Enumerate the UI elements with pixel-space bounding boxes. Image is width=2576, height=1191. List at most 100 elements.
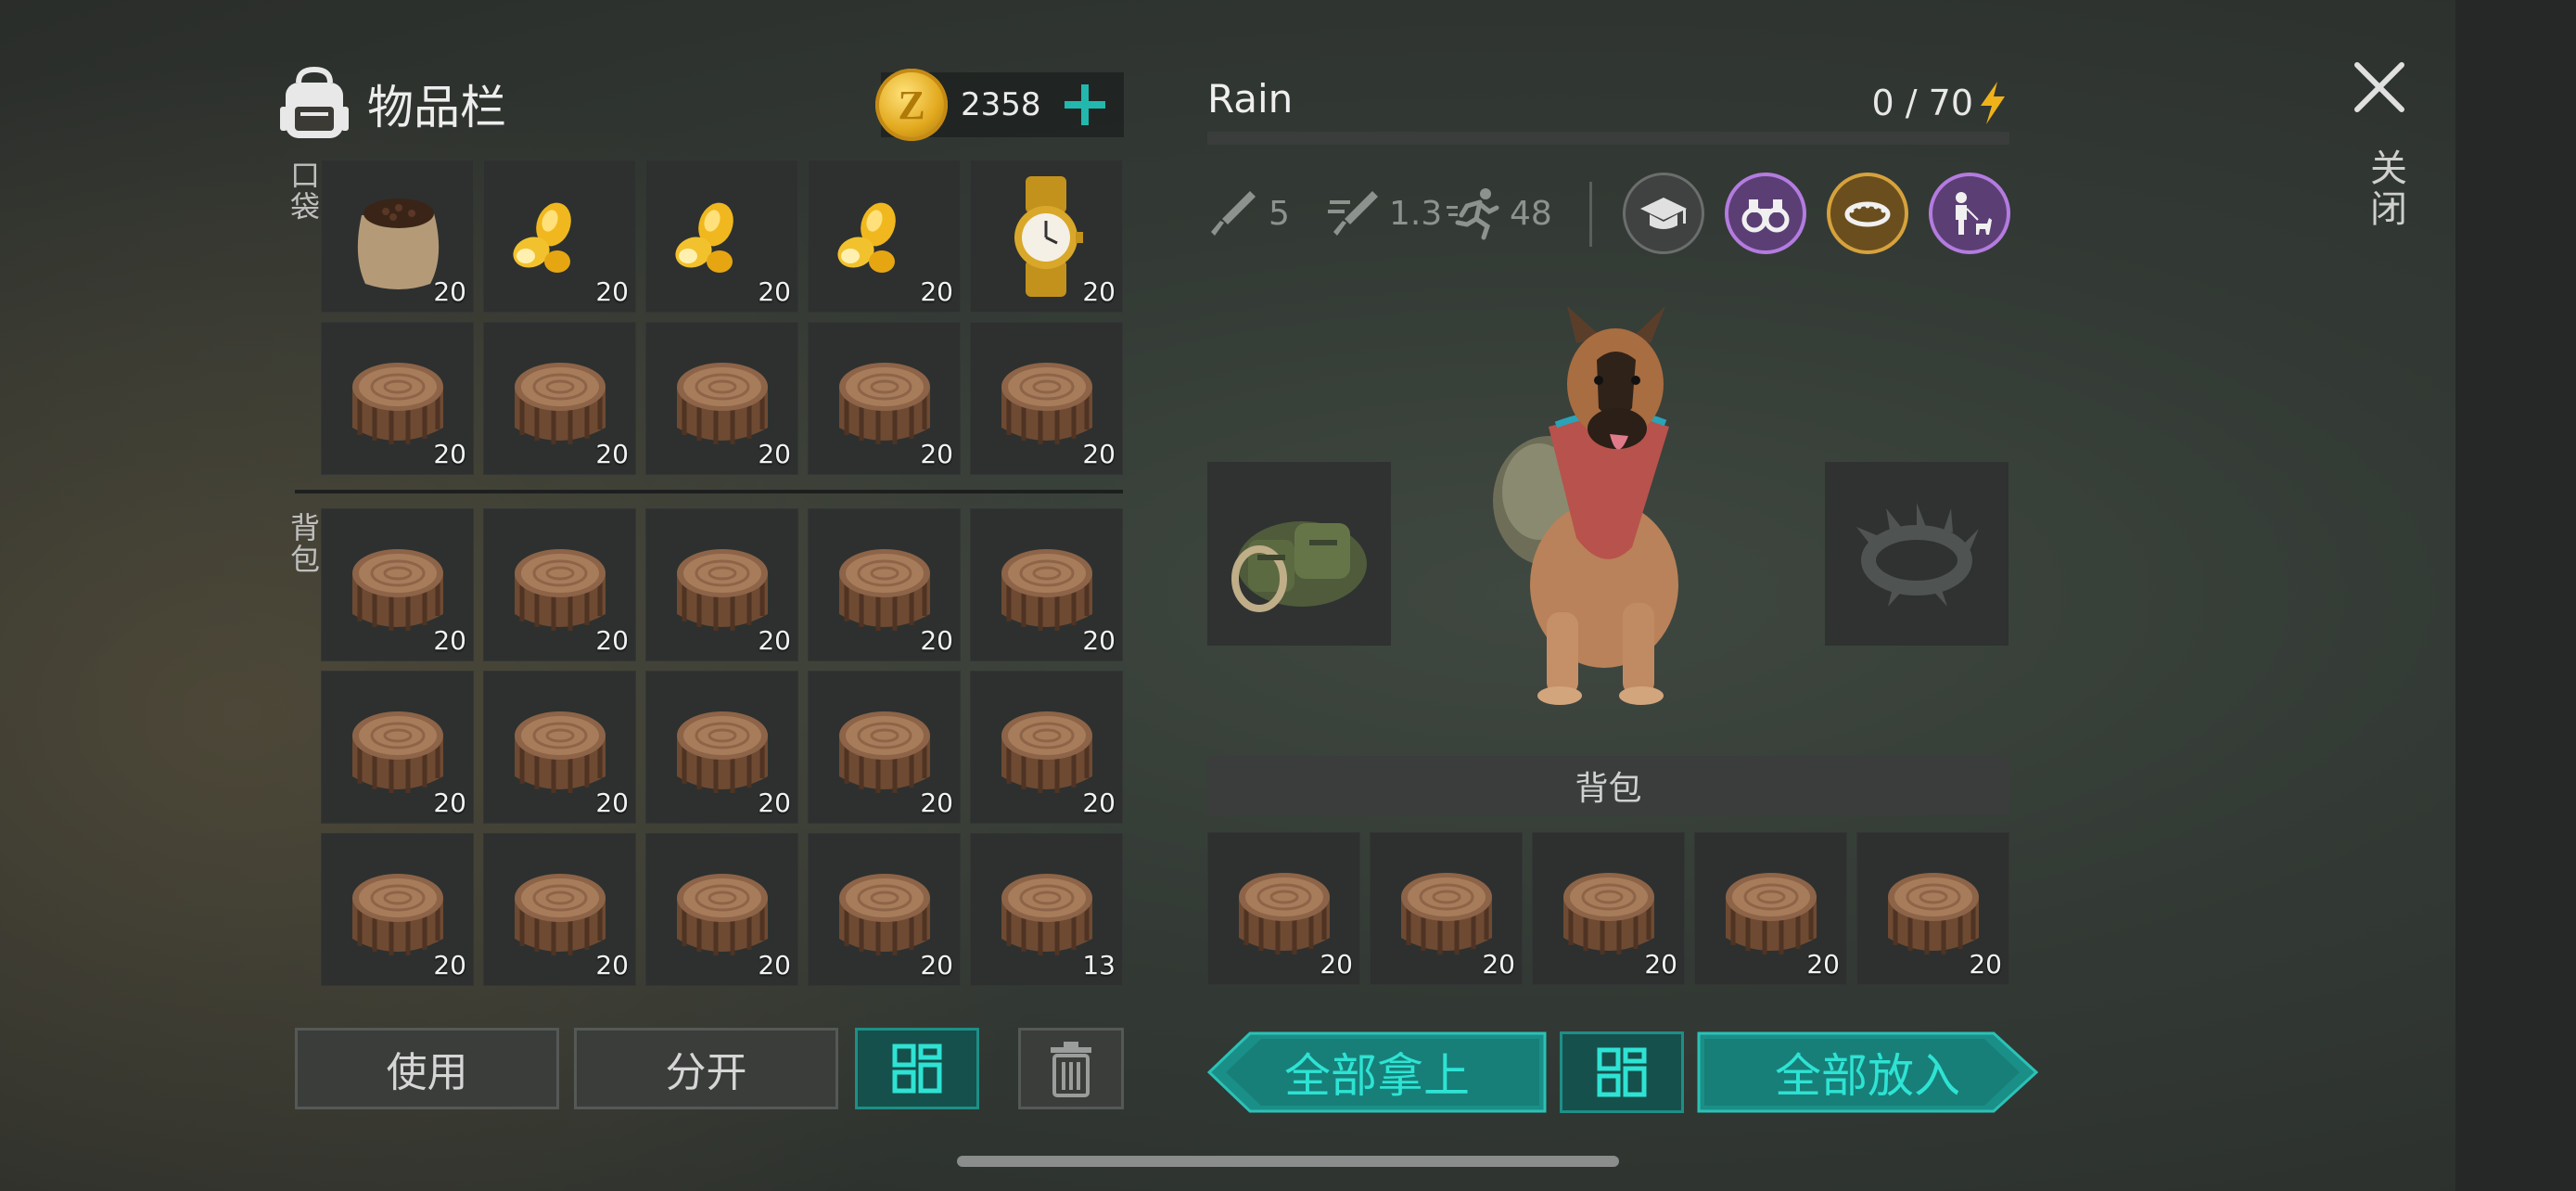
close-icon[interactable] — [2352, 59, 2407, 115]
backpack-slot[interactable]: 20 — [808, 671, 961, 824]
item-quantity: 20 — [758, 950, 791, 980]
pet-name: Rain — [1207, 76, 1294, 122]
backpack-slot[interactable]: 20 — [970, 508, 1123, 661]
item-quantity: 20 — [920, 625, 953, 656]
pet-pack-slot[interactable]: 20 — [1856, 832, 2009, 985]
item-quantity: 20 — [920, 439, 953, 469]
pet-pack-slot[interactable]: 20 — [1694, 832, 1847, 985]
item-quantity: 20 — [433, 439, 466, 469]
backpack-slot[interactable]: 20 — [645, 508, 798, 661]
perk-training[interactable] — [1623, 173, 1704, 254]
backpack-slot[interactable]: 20 — [808, 833, 961, 986]
coin-icon: Z — [875, 69, 948, 141]
graduation-cap-icon — [1640, 198, 1687, 229]
item-quantity: 20 — [758, 625, 791, 656]
take-all-button[interactable]: 全部拿上 — [1207, 1031, 1547, 1113]
take-all-label: 全部拿上 — [1284, 1049, 1470, 1103]
item-quantity: 20 — [595, 625, 629, 656]
knife-icon — [1211, 191, 1256, 236]
item-quantity: 20 — [433, 950, 466, 980]
pocket-slot[interactable]: 20 — [645, 160, 798, 313]
sort-grid-button[interactable] — [855, 1028, 979, 1109]
speed-value: 48 — [1510, 194, 1552, 233]
backpack-slot[interactable]: 20 — [321, 508, 474, 661]
item-quantity: 20 — [1082, 276, 1116, 307]
item-quantity: 20 — [433, 625, 466, 656]
pet-pack-slot[interactable]: 20 — [1370, 832, 1523, 985]
item-quantity: 20 — [758, 788, 791, 818]
item-quantity: 20 — [1082, 439, 1116, 469]
backpack-slot[interactable]: 20 — [483, 833, 636, 986]
item-quantity: 20 — [595, 950, 629, 980]
attack-speed-stat: 1.3 — [1326, 186, 1442, 241]
dog-model — [1447, 306, 1780, 714]
stats-separator — [1589, 182, 1592, 247]
grid-icon — [892, 1044, 942, 1094]
perk-companion[interactable] — [1929, 173, 2010, 254]
item-quantity: 20 — [1806, 949, 1840, 980]
item-quantity: 13 — [1082, 950, 1116, 980]
pet-sort-grid-button[interactable] — [1560, 1031, 1684, 1113]
backpack-grid: 20 20 20 20 20 20 20 20 20 20 20 20 20 2… — [321, 508, 1123, 986]
item-quantity: 20 — [1969, 949, 2002, 980]
dog-backpack-icon — [1231, 521, 1367, 612]
attack-speed-value: 1.3 — [1389, 194, 1443, 233]
spiked-collar-placeholder-icon — [1856, 503, 1979, 607]
spiked-collar-icon — [1844, 201, 1891, 227]
backpack-slot[interactable]: 20 — [645, 671, 798, 824]
grid-icon — [1597, 1047, 1647, 1097]
pocket-slot[interactable]: 20 — [645, 322, 798, 475]
attack-value: 5 — [1269, 194, 1290, 233]
backpack-label: 背包 — [286, 512, 321, 575]
pocket-label: 口袋 — [286, 160, 321, 223]
item-quantity: 20 — [1644, 949, 1677, 980]
pet-pack-grid: 20 20 20 20 20 — [1207, 832, 2009, 985]
perk-collar[interactable] — [1827, 173, 1908, 254]
pocket-slot[interactable]: 20 — [483, 160, 636, 313]
home-indicator[interactable] — [957, 1156, 1619, 1167]
pocket-slot[interactable]: 20 — [970, 322, 1123, 475]
item-quantity: 20 — [920, 788, 953, 818]
item-quantity: 20 — [758, 276, 791, 307]
attack-stat: 5 — [1205, 186, 1290, 241]
pocket-slot[interactable]: 20 — [321, 160, 474, 313]
section-divider — [295, 490, 1123, 493]
inventory-title: 物品栏 — [367, 81, 506, 134]
item-quantity: 20 — [433, 788, 466, 818]
coins-counter: Z 2358 — [875, 69, 1124, 141]
backpack-slot[interactable]: 13 — [970, 833, 1123, 986]
backpack-slot[interactable]: 20 — [970, 671, 1123, 824]
item-quantity: 20 — [595, 276, 629, 307]
pocket-slot[interactable]: 20 — [808, 322, 961, 475]
pocket-slot[interactable]: 20 — [321, 322, 474, 475]
close-label[interactable]: 关闭 — [2358, 148, 2412, 230]
pocket-slot[interactable]: 20 — [970, 160, 1123, 313]
pet-pack-slot[interactable]: 20 — [1207, 832, 1360, 985]
backpack-slot[interactable]: 20 — [483, 508, 636, 661]
backpack-slot[interactable]: 20 — [321, 671, 474, 824]
backpack-slot[interactable]: 20 — [483, 671, 636, 824]
binoculars-icon — [1741, 199, 1790, 233]
use-button[interactable]: 使用 — [295, 1028, 559, 1109]
pocket-slot[interactable]: 20 — [483, 322, 636, 475]
energy-value: 0 / 70 — [1871, 83, 1974, 123]
equip-slot-backpack[interactable] — [1207, 462, 1391, 646]
coins-value: 2358 — [961, 86, 1041, 123]
split-button[interactable]: 分开 — [574, 1028, 838, 1109]
put-all-button[interactable]: 全部放入 — [1697, 1031, 2038, 1113]
pet-pack-slot[interactable]: 20 — [1532, 832, 1685, 985]
lightning-icon — [1981, 82, 2005, 124]
item-quantity: 20 — [1482, 949, 1515, 980]
perk-scout[interactable] — [1725, 173, 1806, 254]
backpack-slot[interactable]: 20 — [321, 833, 474, 986]
backpack-slot[interactable]: 20 — [645, 833, 798, 986]
add-coins-button[interactable] — [1063, 83, 1107, 127]
item-quantity: 20 — [920, 950, 953, 980]
pocket-grid: 20 20 20 20 20 20 20 20 20 20 — [321, 160, 1123, 475]
equip-slot-collar[interactable] — [1825, 462, 2009, 646]
energy-counter: 0 / 70 — [1872, 82, 2009, 124]
person-with-dog-icon — [1956, 192, 1992, 235]
delete-button[interactable] — [1018, 1028, 1124, 1109]
backpack-slot[interactable]: 20 — [808, 508, 961, 661]
pocket-slot[interactable]: 20 — [808, 160, 961, 313]
